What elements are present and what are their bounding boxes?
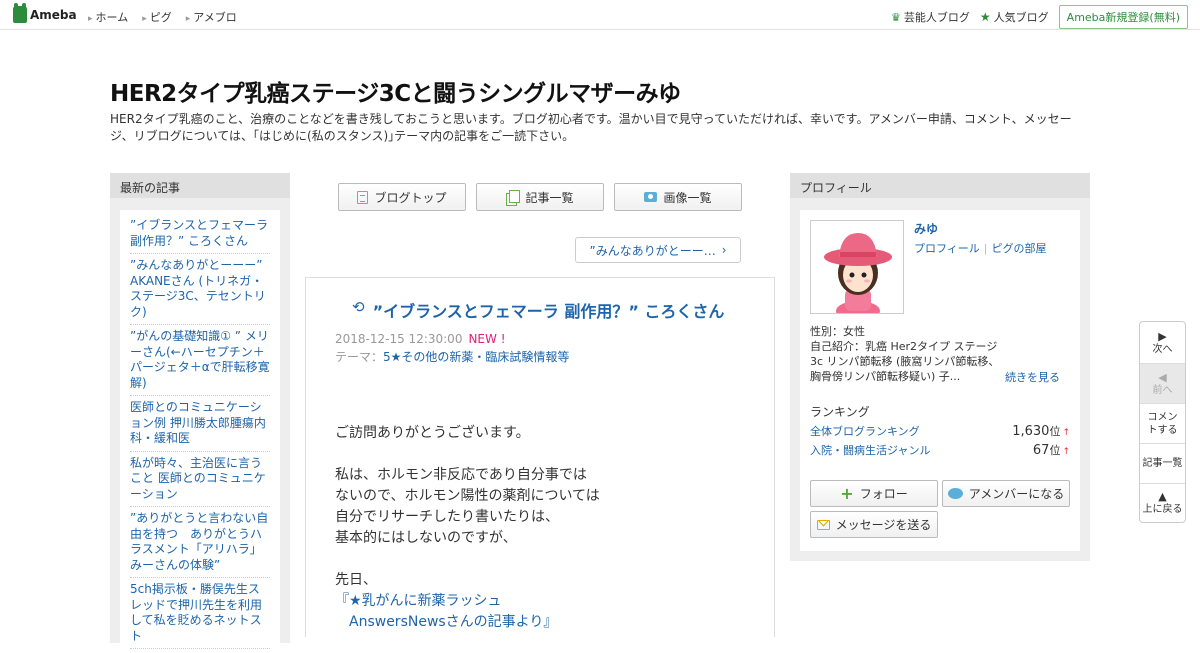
follow-button[interactable]: + フォロー (810, 480, 938, 507)
reblog-icon: ⟲ (352, 298, 365, 316)
article-title[interactable]: ⟲ ”イブランスとフェマーラ 副作用？” ころくさん (352, 298, 752, 322)
ameba-logo-icon (13, 3, 27, 23)
image-list-button[interactable]: 画像一覧 (614, 183, 742, 211)
crown-icon: ♛ (891, 10, 901, 24)
chevron-right-icon: › (721, 243, 727, 257)
popular-blog-link[interactable]: ★ 人気ブログ (980, 9, 1049, 25)
next-article-link[interactable]: ”みんなありがとーー… › (575, 237, 741, 263)
article-body: ご訪問ありがとうございます。 私は、ホルモン非反応であり自分事では ないので、ホ… (335, 423, 600, 633)
profile-heading: プロフィール (790, 173, 1090, 198)
triangle-up-icon: ▲ (1158, 490, 1167, 503)
top-nav-home[interactable]: ホーム (88, 9, 129, 25)
comment-button[interactable]: コメントする (1140, 404, 1185, 444)
next-button[interactable]: ▶ 次へ (1140, 322, 1185, 364)
recent-articles-list: ”イブランスとフェマーラ 副作用？” ころくさん ”みんなありがとーーー” AK… (120, 210, 280, 653)
profile-gender: 性別：女性 (810, 325, 865, 338)
document-icon (357, 190, 369, 204)
ranking-genre-value: 67 (1032, 443, 1050, 458)
plus-icon: + (840, 484, 854, 503)
article-date: 2018-12-15 12:30:00 NEW ! (335, 332, 506, 346)
celebrity-blog-link[interactable]: ♛ 芸能人ブログ (891, 9, 970, 25)
read-more-link[interactable]: 続きを見る (1005, 369, 1060, 385)
arrow-up-icon: ↑ (1062, 447, 1070, 457)
play-icon: ▶ (1158, 329, 1167, 343)
camera-icon (644, 192, 658, 202)
article-list-float-button[interactable]: 記事一覧 (1140, 444, 1185, 484)
article-embedded-link[interactable]: 『★乳がんに新薬ラッシュ (335, 593, 502, 609)
article-list-button[interactable]: 記事一覧 (476, 183, 604, 211)
profile-panel: プロフィール みゆ プロフィール | ピグの部屋 性別：女性 自己紹介：乳癌 H… (790, 173, 1090, 561)
ranking-heading: ランキング (810, 405, 870, 419)
register-button[interactable]: Ameba新規登録(無料) (1058, 5, 1188, 29)
new-badge: NEW ! (468, 332, 506, 346)
article-line: 基本的にはしないのですが、 (335, 530, 517, 546)
amember-button[interactable]: アメンバーになる (942, 480, 1070, 507)
recent-article-item[interactable]: ”ありがとうと言わない自由を持つ ありがとうハラスメント「アリハラ」 みーさんの… (130, 507, 270, 578)
article-line: 自分でリサーチしたり書いたりは、 (335, 509, 559, 525)
profile-intro: 自己紹介：乳癌 Her2タイプ ステージ3c リンパ節転移 (腋窩リンパ節転移、… (810, 340, 1000, 383)
avatar[interactable] (810, 220, 904, 314)
ranking-overall-link[interactable]: 全体ブログランキング (810, 423, 920, 439)
recent-article-item[interactable]: ”がんの基礎知識① ” メリーさん(←ハーセプチン＋パージェタ＋αで肝転移寛解) (130, 325, 270, 396)
blog-top-button[interactable]: ブログトップ (338, 183, 466, 211)
top-nav: ホーム ピグ アメブロ (88, 9, 237, 25)
article-line: ないので、ホルモン陽性の薬剤については (335, 488, 600, 504)
pig-room-link[interactable]: ピグの部屋 (992, 242, 1047, 255)
send-message-button[interactable]: メッセージを送る (810, 511, 938, 538)
recent-article-item[interactable]: 私が時々、主治医に言うこと 医師とのコミュニケーション (130, 452, 270, 507)
article-theme: テーマ：5★その他の新薬・臨床試験情報等 (335, 350, 570, 364)
back-to-top-button[interactable]: ▲ 上に戻る (1140, 484, 1185, 522)
profile-links: プロフィール | ピグの部屋 (914, 242, 1047, 255)
blog-description: HER2タイプ乳癌のこと、治療のことなどを書き残しておこうと思います。ブログ初心… (110, 112, 1072, 143)
back-icon: ◀ (1158, 370, 1167, 384)
star-icon: ★ (979, 10, 991, 24)
top-bar: Ameba ホーム ピグ アメブロ ♛ 芸能人ブログ ★ 人気ブログ Ameba… (0, 0, 1200, 30)
list-icon (506, 190, 521, 206)
profile-name[interactable]: みゆ (914, 220, 938, 237)
ranking-row-overall: 全体ブログランキング 1,630位 ↑ (810, 423, 1070, 439)
recent-articles-heading: 最新の記事 (110, 173, 290, 198)
profile-box: みゆ プロフィール | ピグの部屋 性別：女性 自己紹介：乳癌 Her2タイプ ステ… (800, 210, 1080, 551)
article-line: 先日、 (335, 572, 377, 588)
top-nav-ameblo[interactable]: アメブロ (186, 9, 236, 25)
blog-title[interactable]: HER2タイプ乳癌ステージ3Cと闘うシングルマザーみゆ (110, 74, 681, 108)
recent-articles-panel: 最新の記事 ”イブランスとフェマーラ 副作用？” ころくさん ”みんなありがとー… (110, 173, 290, 653)
mail-icon (816, 519, 830, 530)
recent-article-item[interactable]: ”イブランスとフェマーラ 副作用？” ころくさん (130, 214, 270, 254)
recent-article-item[interactable]: 5ch掲示板・勝俣先生スレッドで押川先生を利用して私を貶めるネットスト (130, 578, 270, 649)
arrow-up-icon: ↑ (1062, 428, 1070, 438)
recent-article-item[interactable]: ”みんなありがとーーー” AKANEさん (トリネガ・ステージ3C、テセントリク… (130, 254, 270, 325)
recent-article-item[interactable]: 医師とのコミュニケーション例 押川勝太郎腫瘍内科・緩和医 (130, 396, 270, 452)
speech-bubble-icon (947, 488, 963, 499)
ranking-row-genre: 入院・闘病生活ジャンル 67位 ↑ (810, 442, 1070, 458)
article-embedded-link-2[interactable]: AnswersNewsさんの記事より』 (335, 614, 557, 630)
article: ⟲ ”イブランスとフェマーラ 副作用？” ころくさん 2018-12-15 12… (305, 277, 775, 637)
article-line: ご訪問ありがとうございます。 (335, 425, 530, 441)
avatar-image (811, 221, 903, 313)
ameba-logo[interactable]: Ameba (13, 3, 77, 23)
ranking-genre-link[interactable]: 入院・闘病生活ジャンル (810, 442, 930, 458)
blog-nav-buttons: ブログトップ 記事一覧 画像一覧 (338, 183, 742, 211)
profile-link[interactable]: プロフィール (914, 242, 980, 255)
prev-button[interactable]: ◀ 前へ (1140, 364, 1185, 404)
article-theme-link[interactable]: 5★その他の新薬・臨床試験情報等 (383, 350, 569, 364)
article-line: 私は、ホルモン非反応であり自分事では (335, 467, 587, 483)
top-nav-pig[interactable]: ピグ (142, 9, 172, 25)
floating-nav: ▶ 次へ ◀ 前へ コメントする 記事一覧 ▲ 上に戻る (1139, 321, 1186, 523)
ranking-overall-value: 1,630 (1012, 424, 1050, 439)
